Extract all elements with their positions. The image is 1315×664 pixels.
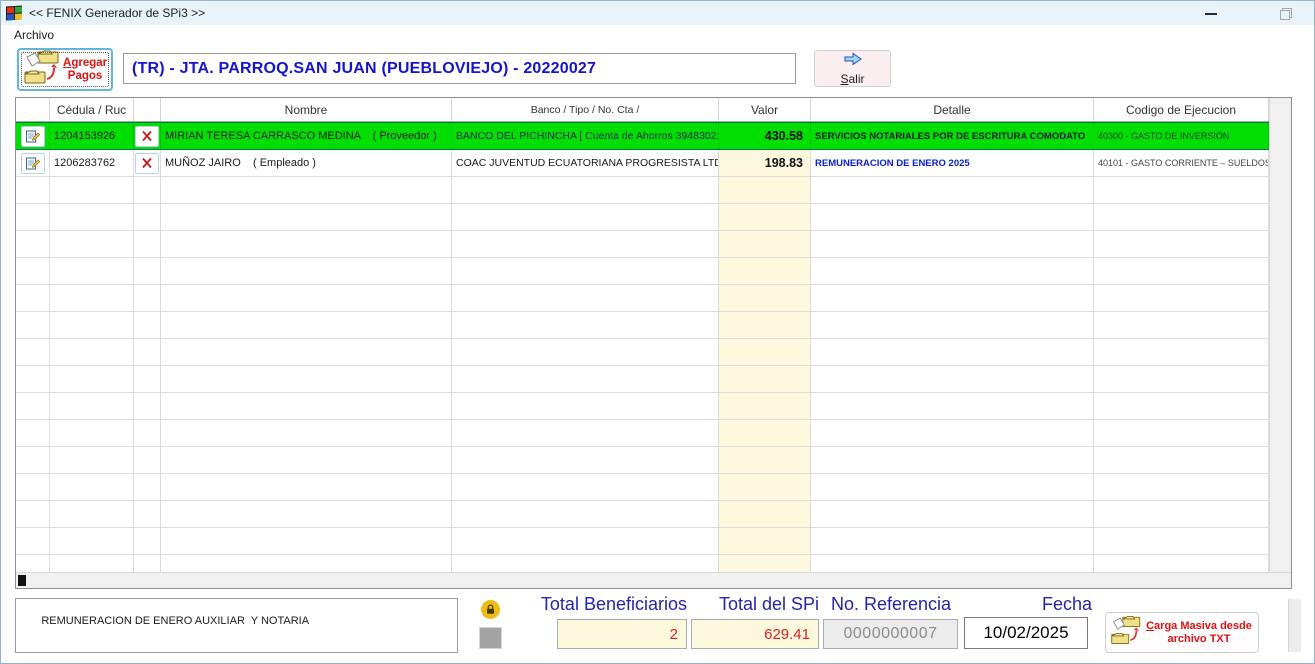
cell-codigo[interactable]: 40300 - GASTO DE INVERSIÓN — [1094, 123, 1269, 149]
header-banco: Banco / Tipo / No. Cta / — [452, 98, 719, 121]
window-controls — [1204, 6, 1292, 20]
table-row-empty[interactable] — [16, 177, 1269, 204]
entity-field-value: (TR) - JTA. PARROQ.SAN JUAN (PUEBLOVIEJO… — [132, 60, 596, 78]
carga-masiva-button[interactable]: Carga Masiva desde archivo TXT — [1105, 612, 1259, 653]
cell-nombre[interactable]: MUÑOZ JAIRO ( Empleado ) — [161, 150, 452, 176]
salir-button[interactable]: Salir — [814, 50, 891, 87]
table-row-empty[interactable] — [16, 474, 1269, 501]
cell-cedula[interactable]: 1204153926 — [50, 123, 134, 149]
table-row-empty[interactable] — [16, 285, 1269, 312]
table-row-empty[interactable] — [16, 420, 1269, 447]
table-row-empty[interactable] — [16, 258, 1269, 285]
agregar-pagos-label: Agregar Pagos — [63, 57, 107, 83]
cell-detalle[interactable]: SERVICIOS NOTARIALES POR DE ESCRITURA CO… — [811, 123, 1094, 149]
horizontal-scrollbar[interactable] — [16, 572, 1291, 588]
fecha-label: Fecha — [1022, 594, 1112, 615]
table-row-empty[interactable] — [16, 555, 1269, 572]
folder-transfer-icon — [23, 49, 63, 90]
toolbar: Agregar Pagos (TR) - JTA. PARROQ.SAN JUA… — [1, 45, 1314, 97]
salir-label: Salir — [840, 72, 864, 86]
exit-arrow-icon — [843, 52, 863, 71]
entity-field[interactable]: (TR) - JTA. PARROQ.SAN JUAN (PUEBLOVIEJO… — [123, 53, 796, 84]
total-spi-label: Total del SPi — [701, 594, 819, 615]
header-delete — [134, 98, 161, 121]
observacion-scrollbar[interactable] — [1288, 599, 1301, 652]
cell-valor[interactable]: 430.58 — [719, 123, 811, 149]
cell-detalle[interactable]: REMUNERACION DE ENERO 2025 — [811, 150, 1094, 176]
menu-archivo[interactable]: Archivo — [10, 26, 58, 44]
table-row-empty[interactable] — [16, 366, 1269, 393]
horizontal-scrollbar-thumb[interactable] — [18, 575, 26, 586]
header-codigo: Codigo de Ejecucion — [1094, 98, 1269, 121]
delete-x-icon — [141, 157, 153, 169]
delete-row-button[interactable] — [135, 126, 159, 147]
edit-note-icon — [25, 129, 40, 144]
referencia-label: No. Referencia — [823, 594, 959, 615]
agregar-pagos-button[interactable]: Agregar Pagos — [17, 48, 113, 91]
table-row-empty[interactable] — [16, 231, 1269, 258]
edit-note-icon — [25, 156, 40, 171]
app-window: << FENIX Generador de SPi3 >> Archivo — [0, 0, 1315, 664]
observacion-textarea[interactable]: REMUNERACION DE ENERO AUXILIAR Y NOTARIA — [15, 598, 458, 653]
titlebar: << FENIX Generador de SPi3 >> — [1, 1, 1314, 25]
edit-row-button[interactable] — [21, 153, 45, 174]
cell-nombre[interactable]: MIRIAN TERESA CARRASCO MEDINA ( Proveedo… — [161, 123, 452, 149]
menubar: Archivo — [1, 25, 1314, 45]
table-row-empty[interactable] — [16, 393, 1269, 420]
app-icon — [6, 5, 22, 20]
table-row[interactable]: 1204153926 MIRIAN TERESA CARRASCO MEDINA… — [16, 122, 1269, 150]
folder-transfer-icon — [1110, 614, 1144, 651]
header-rowselector — [16, 98, 50, 121]
total-spi-field: 629.41 — [691, 619, 819, 649]
delete-row-button[interactable] — [135, 153, 159, 174]
grid-header-row: Cédula / Ruc Nombre Banco / Tipo / No. C… — [16, 98, 1269, 122]
header-cedula: Cédula / Ruc — [50, 98, 134, 121]
table-row-empty[interactable] — [16, 312, 1269, 339]
vertical-scrollbar[interactable] — [1269, 98, 1291, 572]
total-beneficiarios-label: Total Beneficiarios — [501, 594, 687, 615]
cell-cedula[interactable]: 1206283762 — [50, 150, 134, 176]
window-title: << FENIX Generador de SPi3 >> — [29, 6, 205, 20]
table-row-empty[interactable] — [16, 528, 1269, 555]
referencia-field: 0000000007 — [823, 619, 958, 649]
total-beneficiarios-field: 2 — [557, 619, 687, 649]
cell-banco[interactable]: COAC JUVENTUD ECUATORIANA PROGRESISTA LT… — [452, 150, 719, 176]
header-detalle: Detalle — [811, 98, 1094, 121]
cell-codigo[interactable]: 40101 - GASTO CORRIENTE – SUELDOS — [1094, 150, 1269, 176]
delete-x-icon — [141, 130, 153, 142]
header-valor: Valor — [719, 98, 811, 121]
minimize-icon[interactable] — [1204, 6, 1218, 20]
footer-panel: REMUNERACION DE ENERO AUXILIAR Y NOTARIA… — [1, 591, 1315, 664]
grid-body: 1204153926 MIRIAN TERESA CARRASCO MEDINA… — [16, 122, 1269, 572]
edit-row-button[interactable] — [21, 126, 45, 147]
fecha-field[interactable]: 10/02/2025 — [964, 617, 1088, 649]
table-row-empty[interactable] — [16, 339, 1269, 366]
table-row-empty[interactable] — [16, 501, 1269, 528]
header-nombre: Nombre — [161, 98, 452, 121]
maximize-icon[interactable] — [1278, 6, 1292, 20]
table-row-empty[interactable] — [16, 204, 1269, 231]
table-row[interactable]: 1206283762 MUÑOZ JAIRO ( Empleado ) COAC… — [16, 150, 1269, 177]
observacion-text: REMUNERACION DE ENERO AUXILIAR Y NOTARIA — [41, 615, 309, 627]
lock-icon[interactable] — [481, 600, 500, 619]
cell-banco[interactable]: BANCO DEL PICHINCHA [ Cuenta de Ahorros … — [452, 123, 719, 149]
carga-masiva-label: Carga Masiva desde archivo TXT — [1144, 620, 1254, 646]
table-row-empty[interactable] — [16, 447, 1269, 474]
payments-grid: Cédula / Ruc Nombre Banco / Tipo / No. C… — [15, 97, 1292, 589]
cell-valor[interactable]: 198.83 — [719, 150, 811, 176]
gray-square-button[interactable] — [479, 627, 502, 649]
